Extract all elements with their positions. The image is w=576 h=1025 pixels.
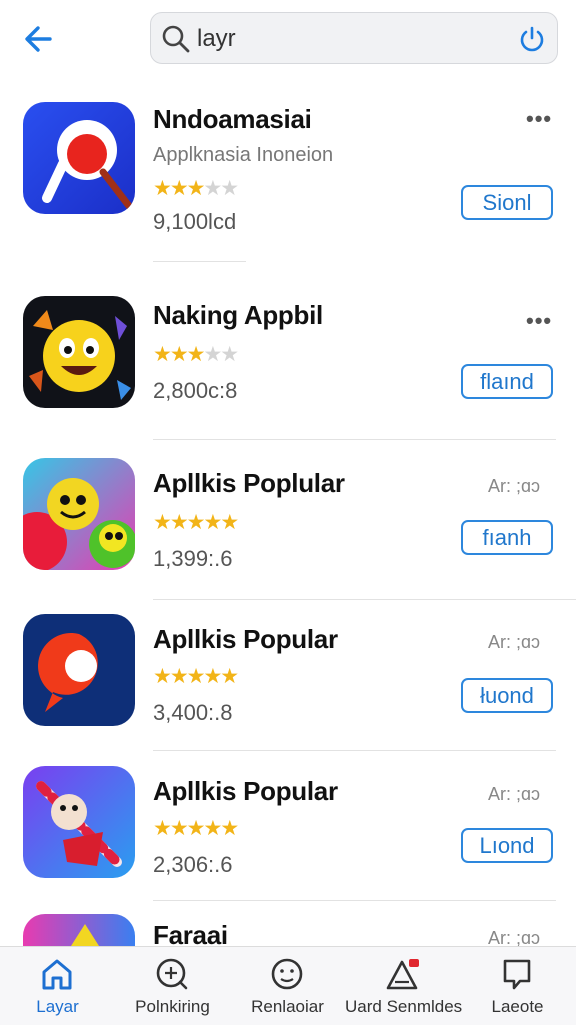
top-bar xyxy=(0,0,576,78)
app-icon-candy-character[interactable] xyxy=(23,766,135,878)
divider xyxy=(153,900,556,901)
rating-count: 2,800c:8 xyxy=(153,378,238,403)
rating-stars: ★★★★★ xyxy=(153,177,239,200)
get-button[interactable]: Lıond xyxy=(461,828,553,863)
rating-count: 2,306:.6 xyxy=(153,852,233,877)
app-icon-map-pin[interactable] xyxy=(23,102,135,214)
divider xyxy=(153,750,556,751)
power-icon[interactable] xyxy=(517,24,547,54)
explore-icon xyxy=(153,957,191,991)
tab-laeote[interactable]: Laeote xyxy=(460,947,575,1025)
app-icon-emoji-face[interactable] xyxy=(23,296,135,408)
get-button[interactable]: flaınd xyxy=(461,364,553,399)
chat-icon xyxy=(498,957,536,991)
back-arrow-icon[interactable] xyxy=(20,22,60,56)
app-name: Apllkis Popular xyxy=(153,776,338,806)
app-icon-ball-game[interactable] xyxy=(23,458,135,570)
rating-stars: ★★★★★ xyxy=(153,511,239,534)
tab-label: Polnkiring xyxy=(135,997,210,1016)
divider xyxy=(153,439,556,440)
get-button[interactable]: łuond xyxy=(461,678,553,713)
app-name: Naking Appbil xyxy=(153,300,323,330)
app-icon-partial[interactable] xyxy=(23,914,135,946)
get-button[interactable]: fıanh xyxy=(461,520,553,555)
rating-stars: ★★★★★ xyxy=(153,665,239,688)
tab-bar: Layar Polnkiring Renlaoiar Uard Senmldes… xyxy=(0,946,576,1025)
app-name: Apllkis Popular xyxy=(153,624,338,654)
rating-count: 3,400:.8 xyxy=(153,700,233,725)
search-bar[interactable] xyxy=(150,12,558,64)
tab-renlaoiar[interactable]: Renlaoiar xyxy=(230,947,345,1025)
app-subtitle: Applknasia Inoneion xyxy=(153,144,334,166)
smiley-icon xyxy=(268,957,306,991)
home-icon xyxy=(38,957,76,991)
tab-label: Laeote xyxy=(491,997,544,1016)
rating-count: 1,399:.6 xyxy=(153,546,233,571)
app-meta: Ar: ;ɑɔ xyxy=(488,632,541,652)
tab-layar[interactable]: Layar xyxy=(0,947,115,1025)
updates-icon xyxy=(383,957,421,991)
more-options-icon[interactable]: ••• xyxy=(526,106,552,132)
rating-count: 9,100lcd xyxy=(153,209,237,234)
app-icon-location-pin[interactable] xyxy=(23,614,135,726)
tab-label: Layar xyxy=(36,997,79,1016)
rating-stars: ★★★★★ xyxy=(153,343,239,366)
divider xyxy=(153,261,246,262)
tab-label: Uard Senmldes xyxy=(345,997,463,1016)
app-meta: Ar: ;ɑɔ xyxy=(488,784,541,804)
search-icon xyxy=(161,24,191,54)
get-button[interactable]: Sionl xyxy=(461,185,553,220)
search-input[interactable] xyxy=(197,23,497,55)
tab-updates[interactable]: Uard Senmldes xyxy=(345,947,463,1025)
rating-stars: ★★★★★ xyxy=(153,817,239,840)
tab-label: Renlaoiar xyxy=(251,997,324,1016)
divider xyxy=(153,599,576,600)
app-name: Nndoamasiai xyxy=(153,104,312,134)
app-name: Apllkis Poplular xyxy=(153,468,345,498)
app-meta: Ar: ;ɑɔ xyxy=(488,476,541,496)
tab-polnkiring[interactable]: Polnkiring xyxy=(115,947,230,1025)
more-options-icon[interactable]: ••• xyxy=(526,308,552,334)
